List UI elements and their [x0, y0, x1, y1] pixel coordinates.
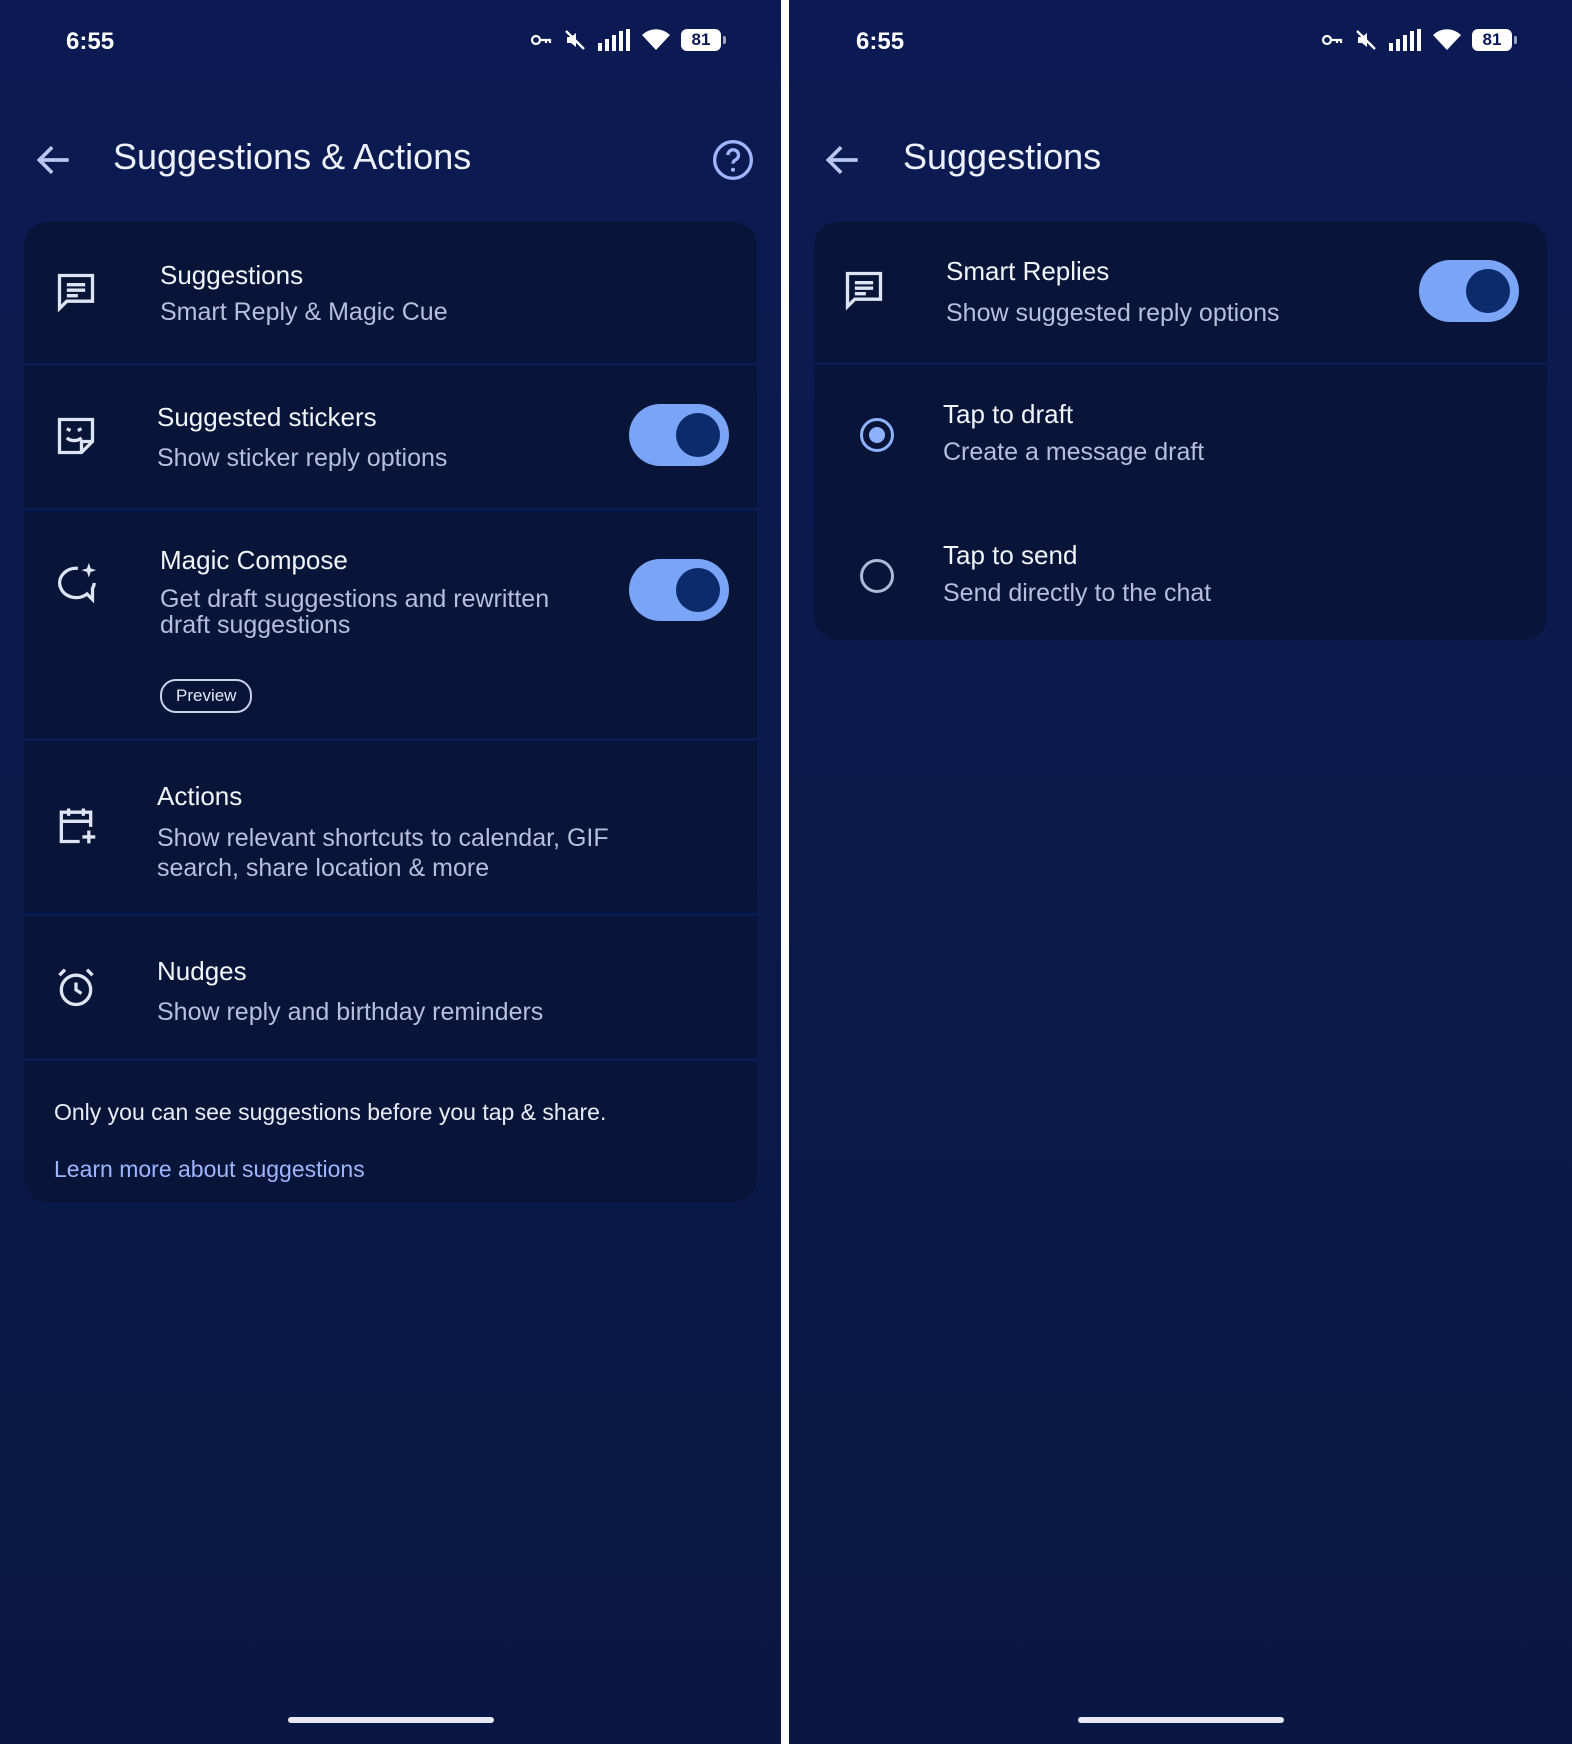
setting-title: Magic Compose: [160, 545, 348, 575]
vpn-key-icon: [530, 34, 552, 46]
radio-tap-to-draft[interactable]: [860, 418, 894, 452]
setting-subtitle: Show sticker reply options: [157, 444, 448, 472]
status-icons: 81: [529, 28, 726, 52]
option-subtitle: Send directly to the chat: [943, 579, 1212, 607]
mute-icon: [1356, 30, 1376, 50]
settings-screen-suggestions: 6:55 81 Suggestions Smart Replies Show s…: [789, 0, 1572, 1744]
setting-title: Suggestions: [160, 260, 304, 290]
signal-icon: [1389, 29, 1421, 51]
top-app-bar: Suggestions & Actions: [0, 120, 781, 200]
toggle-knob: [1466, 269, 1510, 313]
back-arrow-icon[interactable]: [32, 138, 76, 182]
sparkle-chat-icon: [58, 562, 97, 604]
magic-compose-toggle[interactable]: [629, 559, 729, 621]
setting-subtitle: Show reply and birthday reminders: [157, 998, 544, 1026]
status-bar: 6:55 81: [0, 0, 781, 90]
wifi-icon: [1433, 29, 1461, 50]
info-section: Only you can see suggestions before you …: [24, 1061, 757, 1202]
settings-screen-suggestions-actions: 6:55 81 Suggestions & Actions Suggestion…: [0, 0, 781, 1744]
setting-actions[interactable]: Actions Show relevant shortcuts to calen…: [24, 741, 757, 916]
option-title: Tap to draft: [943, 399, 1074, 429]
page-title: Suggestions: [903, 136, 1102, 177]
setting-subtitle: Smart Reply & Magic Cue: [160, 298, 448, 326]
option-title: Tap to send: [943, 540, 1078, 570]
alarm-clock-icon: [58, 968, 94, 1007]
top-app-bar: Suggestions: [789, 120, 1572, 200]
option-tap-to-send[interactable]: Tap to send Send directly to the chat: [814, 504, 1547, 640]
setting-title: Smart Replies: [946, 256, 1110, 286]
settings-list: Suggestions Smart Reply & Magic Cue Sugg…: [24, 222, 757, 1202]
message-lines-icon: [845, 271, 883, 311]
mute-icon: [565, 30, 585, 50]
setting-nudges[interactable]: Nudges Show reply and birthday reminders: [24, 916, 757, 1061]
setting-title: Actions: [157, 781, 243, 811]
setting-subtitle-line: Show relevant shortcuts to calendar, GIF: [157, 824, 609, 852]
page-title: Suggestions & Actions: [113, 136, 472, 177]
battery-indicator: 81: [1472, 29, 1517, 51]
setting-subtitle-line: search, share location & more: [157, 854, 490, 882]
home-indicator[interactable]: [1078, 1717, 1284, 1723]
home-indicator[interactable]: [288, 1717, 494, 1723]
setting-suggestions[interactable]: Suggestions Smart Reply & Magic Cue: [24, 222, 757, 366]
setting-subtitle: Show suggested reply options: [946, 299, 1280, 327]
help-icon[interactable]: [711, 138, 755, 182]
calendar-add-icon: [59, 808, 96, 844]
status-time: 6:55: [856, 28, 905, 55]
option-tap-to-draft[interactable]: Tap to draft Create a message draft: [814, 365, 1547, 504]
setting-subtitle-line: draft suggestions: [160, 611, 351, 639]
status-bar: 6:55 81: [789, 0, 1572, 90]
wifi-icon: [642, 29, 670, 50]
smart-replies-toggle[interactable]: [1419, 260, 1519, 322]
learn-more-link[interactable]: Learn more about suggestions: [54, 1156, 365, 1183]
setting-magic-compose[interactable]: Magic Compose Get draft suggestions and …: [24, 511, 757, 741]
radio-tap-to-send[interactable]: [860, 559, 894, 593]
sticker-icon: [57, 417, 95, 455]
preview-badge: Preview: [160, 679, 253, 713]
setting-title: Suggested stickers: [157, 402, 377, 432]
suggested-stickers-toggle[interactable]: [629, 404, 729, 466]
setting-subtitle-line: Get draft suggestions and rewritten: [160, 585, 550, 613]
vpn-key-icon: [1321, 34, 1343, 46]
toggle-knob: [676, 413, 720, 457]
back-arrow-icon[interactable]: [821, 138, 865, 182]
message-lines-icon: [57, 273, 95, 313]
info-text: Only you can see suggestions before you …: [54, 1099, 607, 1125]
option-subtitle: Create a message draft: [943, 438, 1205, 466]
status-icons: 81: [1320, 28, 1517, 52]
battery-indicator: 81: [681, 29, 726, 51]
toggle-knob: [676, 568, 720, 612]
setting-title: Nudges: [157, 956, 247, 986]
signal-icon: [598, 29, 630, 51]
status-time: 6:55: [66, 28, 115, 55]
